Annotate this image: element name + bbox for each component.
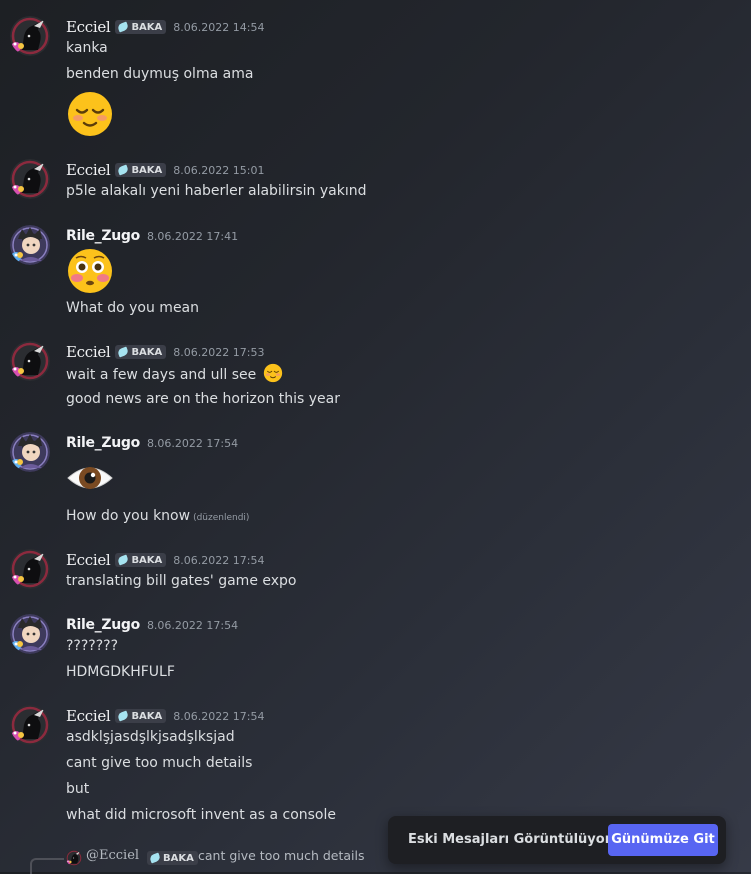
message-text: benden duymuş olma ama: [66, 66, 254, 82]
leaf-icon: [117, 21, 130, 33]
message-text: kanka: [66, 40, 108, 56]
username[interactable]: Ecciel: [66, 343, 111, 361]
timestamp[interactable]: 8.06.2022 17:41: [147, 230, 238, 243]
message-group: Ecciel BAKA 8.06.2022 17:54 translating …: [0, 549, 751, 595]
guild-tag[interactable]: BAKA: [147, 851, 198, 865]
username[interactable]: Ecciel: [66, 551, 111, 569]
username[interactable]: Ecciel: [66, 707, 111, 725]
username[interactable]: Ecciel: [66, 18, 111, 36]
timestamp[interactable]: 8.06.2022 15:01: [173, 164, 264, 177]
leaf-icon: [148, 852, 162, 864]
message-header: Ecciel BAKA 8.06.2022 17:54: [66, 705, 264, 727]
message-header: Rile_Zugo 8.06.2022 17:54: [66, 614, 238, 636]
message-header: Ecciel BAKA 8.06.2022 17:53: [66, 341, 264, 363]
guild-tag-label: BAKA: [131, 21, 163, 33]
message-text: what did microsoft invent as a console: [66, 807, 336, 823]
username[interactable]: Rile_Zugo: [66, 435, 140, 451]
timestamp[interactable]: 8.06.2022 17:53: [173, 346, 264, 359]
message-text: ???????: [66, 638, 119, 654]
message-text: but: [66, 781, 90, 797]
flushed-face-emoji-icon[interactable]: [66, 247, 114, 295]
message-group: Rile_Zugo 8.06.2022 17:41 What do you me…: [0, 225, 751, 321]
message-header: Ecciel BAKA 8.06.2022 15:01: [66, 159, 264, 181]
timestamp[interactable]: 8.06.2022 17:54: [147, 619, 238, 632]
username[interactable]: Ecciel: [66, 161, 111, 179]
reply-text[interactable]: cant give too much details: [198, 848, 364, 863]
avatar[interactable]: [10, 225, 50, 265]
timestamp[interactable]: 8.06.2022 14:54: [173, 21, 264, 34]
jump-to-present-button[interactable]: Günümüze Git: [608, 824, 718, 856]
message-header: Rile_Zugo 8.06.2022 17:41: [66, 225, 238, 247]
message-line: How do you know (düzenlendi): [66, 506, 249, 526]
leaf-icon: [117, 710, 130, 722]
avatar[interactable]: [10, 549, 50, 589]
reply-author[interactable]: @Ecciel: [86, 848, 139, 863]
username[interactable]: Rile_Zugo: [66, 228, 140, 244]
timestamp[interactable]: 8.06.2022 17:54: [173, 554, 264, 567]
message-text: HDMGDKHFULF: [66, 664, 175, 680]
message-group: Ecciel BAKA 8.06.2022 17:54 asdklşjasdşl…: [0, 705, 751, 829]
guild-tag[interactable]: BAKA: [115, 709, 167, 723]
message-text: good news are on the horizon this year: [66, 391, 340, 407]
username[interactable]: Rile_Zugo: [66, 617, 140, 633]
guild-tag-label: BAKA: [131, 710, 163, 722]
message-list: Ecciel BAKA 8.06.2022 14:54 kanka benden…: [0, 0, 751, 874]
leaf-icon: [117, 554, 130, 566]
message-group: Rile_Zugo 8.06.2022 17:54 How do you kno…: [0, 432, 751, 532]
message-group: Rile_Zugo 8.06.2022 17:54 ??????? HDMGDK…: [0, 614, 751, 686]
message-header: Ecciel BAKA 8.06.2022 14:54: [66, 16, 264, 38]
message-text: p5le alakalı yeni haberler alabilirsin y…: [66, 183, 367, 199]
avatar[interactable]: [10, 614, 50, 654]
guild-tag[interactable]: BAKA: [115, 553, 167, 567]
message-text: What do you mean: [66, 300, 200, 316]
message-header: Ecciel BAKA 8.06.2022 17:54: [66, 549, 264, 571]
message-group: Ecciel BAKA 8.06.2022 14:54 kanka benden…: [0, 16, 751, 136]
guild-tag-label: BAKA: [163, 852, 194, 864]
message-text: How do you know: [66, 508, 191, 524]
eye-emoji-icon[interactable]: [66, 454, 114, 502]
leaf-icon: [117, 346, 130, 358]
message-line: wait a few days and ull see: [66, 363, 283, 383]
leaf-icon: [117, 164, 130, 176]
jump-to-present-bar: Eski Mesajları Görüntülüyorsun Günümüze …: [388, 816, 726, 864]
message-group: Ecciel BAKA 8.06.2022 15:01 p5le alakalı…: [0, 159, 751, 205]
avatar[interactable]: [10, 16, 50, 56]
guild-tag-label: BAKA: [131, 164, 163, 176]
guild-tag[interactable]: BAKA: [115, 345, 167, 359]
viewing-older-messages-label: Eski Mesajları Görüntülüyorsun: [408, 832, 638, 847]
message-text: cant give too much details: [66, 755, 253, 771]
guild-tag[interactable]: BAKA: [115, 163, 167, 177]
relieved-face-emoji-icon[interactable]: [66, 90, 114, 138]
message-text: asdklşjasdşlkjsadşlksjad: [66, 729, 235, 745]
timestamp[interactable]: 8.06.2022 17:54: [173, 710, 264, 723]
guild-tag[interactable]: BAKA: [115, 20, 167, 34]
avatar[interactable]: [10, 705, 50, 745]
guild-tag-label: BAKA: [131, 554, 163, 566]
guild-tag-label: BAKA: [131, 346, 163, 358]
avatar[interactable]: [10, 432, 50, 472]
reply-avatar[interactable]: [66, 850, 82, 866]
edited-label: (düzenlendi): [193, 513, 250, 523]
message-header: Rile_Zugo 8.06.2022 17:54: [66, 432, 238, 454]
timestamp[interactable]: 8.06.2022 17:54: [147, 437, 238, 450]
message-text: wait a few days and ull see: [66, 367, 257, 383]
message-group: Ecciel BAKA 8.06.2022 17:53 wait a few d…: [0, 341, 751, 411]
avatar[interactable]: [10, 341, 50, 381]
relieved-face-emoji-icon[interactable]: [263, 363, 283, 383]
avatar[interactable]: [10, 159, 50, 199]
message-text: translating bill gates' game expo: [66, 573, 297, 589]
